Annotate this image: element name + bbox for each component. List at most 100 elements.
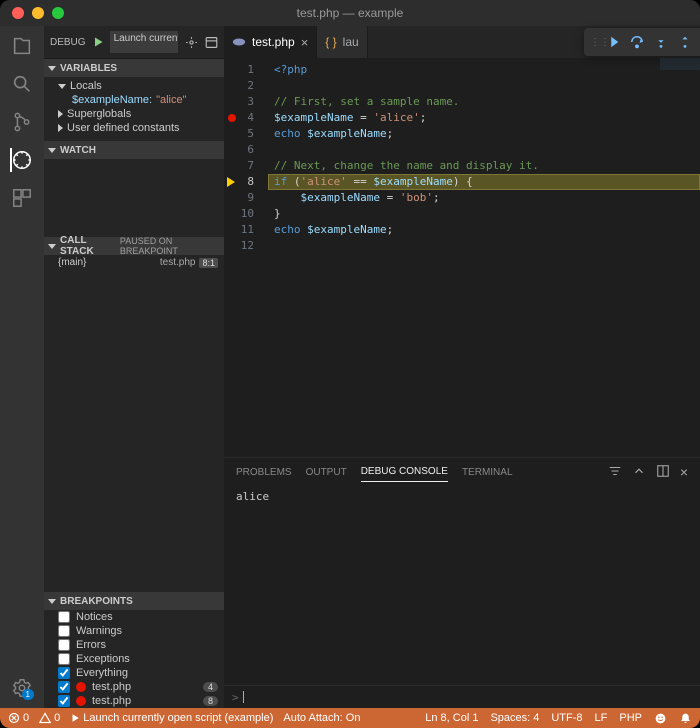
maximize-panel-icon[interactable] bbox=[656, 464, 670, 480]
gutter-line[interactable]: 1 bbox=[224, 62, 268, 78]
frame-file: test.php bbox=[160, 257, 196, 268]
close-tab-icon[interactable]: × bbox=[301, 36, 309, 49]
breakpoints-list: NoticesWarningsErrorsExceptionsEverythin… bbox=[44, 610, 224, 708]
breakpoints-section-header[interactable]: BREAKPOINTS bbox=[44, 592, 224, 610]
breakpoint-checkbox[interactable] bbox=[58, 611, 70, 623]
minimap[interactable] bbox=[660, 58, 700, 118]
code-line[interactable]: // Next, change the name and display it. bbox=[268, 158, 700, 174]
gutter-line[interactable]: 12 bbox=[224, 238, 268, 254]
breakpoint-item[interactable]: test.php8 bbox=[44, 694, 224, 708]
continue-button[interactable] bbox=[604, 33, 622, 51]
code-line[interactable]: if ('alice' == $exampleName) { bbox=[268, 174, 700, 190]
status-eol[interactable]: LF bbox=[595, 712, 608, 724]
gutter-line[interactable]: 7 bbox=[224, 158, 268, 174]
panel-tab-problems[interactable]: PROBLEMS bbox=[236, 463, 292, 482]
tab-test-php[interactable]: test.php × bbox=[224, 26, 317, 58]
debug-console-toggle-icon[interactable] bbox=[204, 35, 218, 49]
gutter-line[interactable]: 5 bbox=[224, 126, 268, 142]
status-auto-attach[interactable]: Auto Attach: On bbox=[283, 712, 360, 724]
breakpoint-label: Notices bbox=[76, 611, 113, 623]
gutter-line[interactable]: 11 bbox=[224, 222, 268, 238]
code-line[interactable]: $exampleName = 'bob'; bbox=[268, 190, 700, 206]
breakpoint-checkbox[interactable] bbox=[58, 667, 70, 679]
debug-settings-icon[interactable] bbox=[184, 35, 198, 49]
gutter-line[interactable]: 3 bbox=[224, 94, 268, 110]
gutter-line[interactable]: 2 bbox=[224, 78, 268, 94]
code-line[interactable]: } bbox=[268, 206, 700, 222]
status-errors[interactable]: 0 bbox=[8, 712, 29, 724]
collapse-panel-icon[interactable] bbox=[632, 464, 646, 480]
breakpoint-category[interactable]: Exceptions bbox=[44, 652, 224, 666]
editor-area: test.php × { } lau ⋮⋮ bbox=[224, 26, 700, 708]
gutter-line[interactable]: 9 bbox=[224, 190, 268, 206]
debug-console-input[interactable]: > bbox=[224, 685, 700, 708]
code-line[interactable] bbox=[268, 238, 700, 254]
breakpoint-checkbox[interactable] bbox=[58, 639, 70, 651]
close-panel-icon[interactable]: × bbox=[680, 464, 688, 480]
breakpoint-checkbox[interactable] bbox=[58, 653, 70, 665]
step-out-button[interactable] bbox=[676, 33, 694, 51]
breakpoint-category[interactable]: Warnings bbox=[44, 624, 224, 638]
status-indentation[interactable]: Spaces: 4 bbox=[490, 712, 539, 724]
superglobals-node[interactable]: Superglobals bbox=[44, 107, 224, 121]
status-bell-icon[interactable] bbox=[679, 712, 692, 725]
status-encoding[interactable]: UTF-8 bbox=[551, 712, 582, 724]
settings-gear-icon[interactable]: 1 bbox=[10, 676, 34, 700]
breakpoint-category[interactable]: Errors bbox=[44, 638, 224, 652]
line-gutter[interactable]: 123456789101112 bbox=[224, 58, 268, 457]
status-feedback-icon[interactable] bbox=[654, 712, 667, 725]
debug-icon[interactable] bbox=[10, 148, 34, 172]
gutter-line[interactable]: 4 bbox=[224, 110, 268, 126]
breakpoint-checkbox[interactable] bbox=[58, 625, 70, 637]
user-constants-node[interactable]: User defined constants bbox=[44, 121, 224, 135]
step-into-button[interactable] bbox=[652, 33, 670, 51]
code-line[interactable]: <?php bbox=[268, 62, 700, 78]
gutter-line[interactable]: 8 bbox=[224, 174, 268, 190]
variable-item[interactable]: $exampleName: "alice" bbox=[44, 93, 224, 107]
variables-section-header[interactable]: VARIABLES bbox=[44, 59, 224, 77]
tab-launch-json[interactable]: { } lau bbox=[317, 26, 367, 58]
debug-config-select[interactable]: Launch currently op bbox=[110, 31, 178, 53]
close-window-button[interactable] bbox=[12, 7, 24, 19]
watch-section-header[interactable]: WATCH bbox=[44, 141, 224, 159]
callstack-section-header[interactable]: CALL STACKPAUSED ON BREAKPOINT bbox=[44, 237, 224, 255]
filter-icon[interactable] bbox=[608, 464, 622, 480]
gutter-line[interactable]: 6 bbox=[224, 142, 268, 158]
search-icon[interactable] bbox=[10, 72, 34, 96]
breakpoint-category[interactable]: Notices bbox=[44, 610, 224, 624]
code-line[interactable] bbox=[268, 78, 700, 94]
code-line[interactable]: // First, set a sample name. bbox=[268, 94, 700, 110]
debug-console-output[interactable]: alice bbox=[224, 486, 700, 685]
panel-tab-terminal[interactable]: TERMINAL bbox=[462, 463, 513, 482]
breakpoint-item[interactable]: test.php4 bbox=[44, 680, 224, 694]
explorer-icon[interactable] bbox=[10, 34, 34, 58]
minimize-window-button[interactable] bbox=[32, 7, 44, 19]
breakpoint-checkbox[interactable] bbox=[58, 695, 70, 707]
debug-toolbar[interactable]: ⋮⋮ bbox=[584, 28, 700, 56]
code-line[interactable]: echo $exampleName; bbox=[268, 126, 700, 142]
extensions-icon[interactable] bbox=[10, 186, 34, 210]
debug-side-panel: DEBUG Launch currently op VARIABLES Loca… bbox=[44, 26, 224, 708]
locals-node[interactable]: Locals bbox=[44, 79, 224, 93]
code-line[interactable] bbox=[268, 142, 700, 158]
breakpoint-label: test.php bbox=[92, 681, 131, 693]
status-launch-config[interactable]: Launch currently open script (example) bbox=[70, 712, 273, 724]
source-control-icon[interactable] bbox=[10, 110, 34, 134]
code-line[interactable]: echo $exampleName; bbox=[268, 222, 700, 238]
code-area[interactable]: <?php// First, set a sample name.$exampl… bbox=[268, 58, 700, 457]
callstack-frame[interactable]: {main} test.php 8:1 bbox=[44, 255, 224, 270]
toolbar-grip-icon[interactable]: ⋮⋮ bbox=[590, 37, 598, 48]
panel-tab-output[interactable]: OUTPUT bbox=[306, 463, 347, 482]
gutter-line[interactable]: 10 bbox=[224, 206, 268, 222]
status-cursor-pos[interactable]: Ln 8, Col 1 bbox=[425, 712, 478, 724]
status-language[interactable]: PHP bbox=[619, 712, 642, 724]
breakpoint-checkbox[interactable] bbox=[58, 681, 70, 693]
status-warnings[interactable]: 0 bbox=[39, 712, 60, 724]
start-debug-button[interactable] bbox=[92, 36, 104, 48]
code-editor[interactable]: 123456789101112 <?php// First, set a sam… bbox=[224, 58, 700, 457]
step-over-button[interactable] bbox=[628, 33, 646, 51]
panel-tab-debug-console[interactable]: DEBUG CONSOLE bbox=[361, 462, 448, 482]
zoom-window-button[interactable] bbox=[52, 7, 64, 19]
code-line[interactable]: $exampleName = 'alice'; bbox=[268, 110, 700, 126]
breakpoint-category[interactable]: Everything bbox=[44, 666, 224, 680]
